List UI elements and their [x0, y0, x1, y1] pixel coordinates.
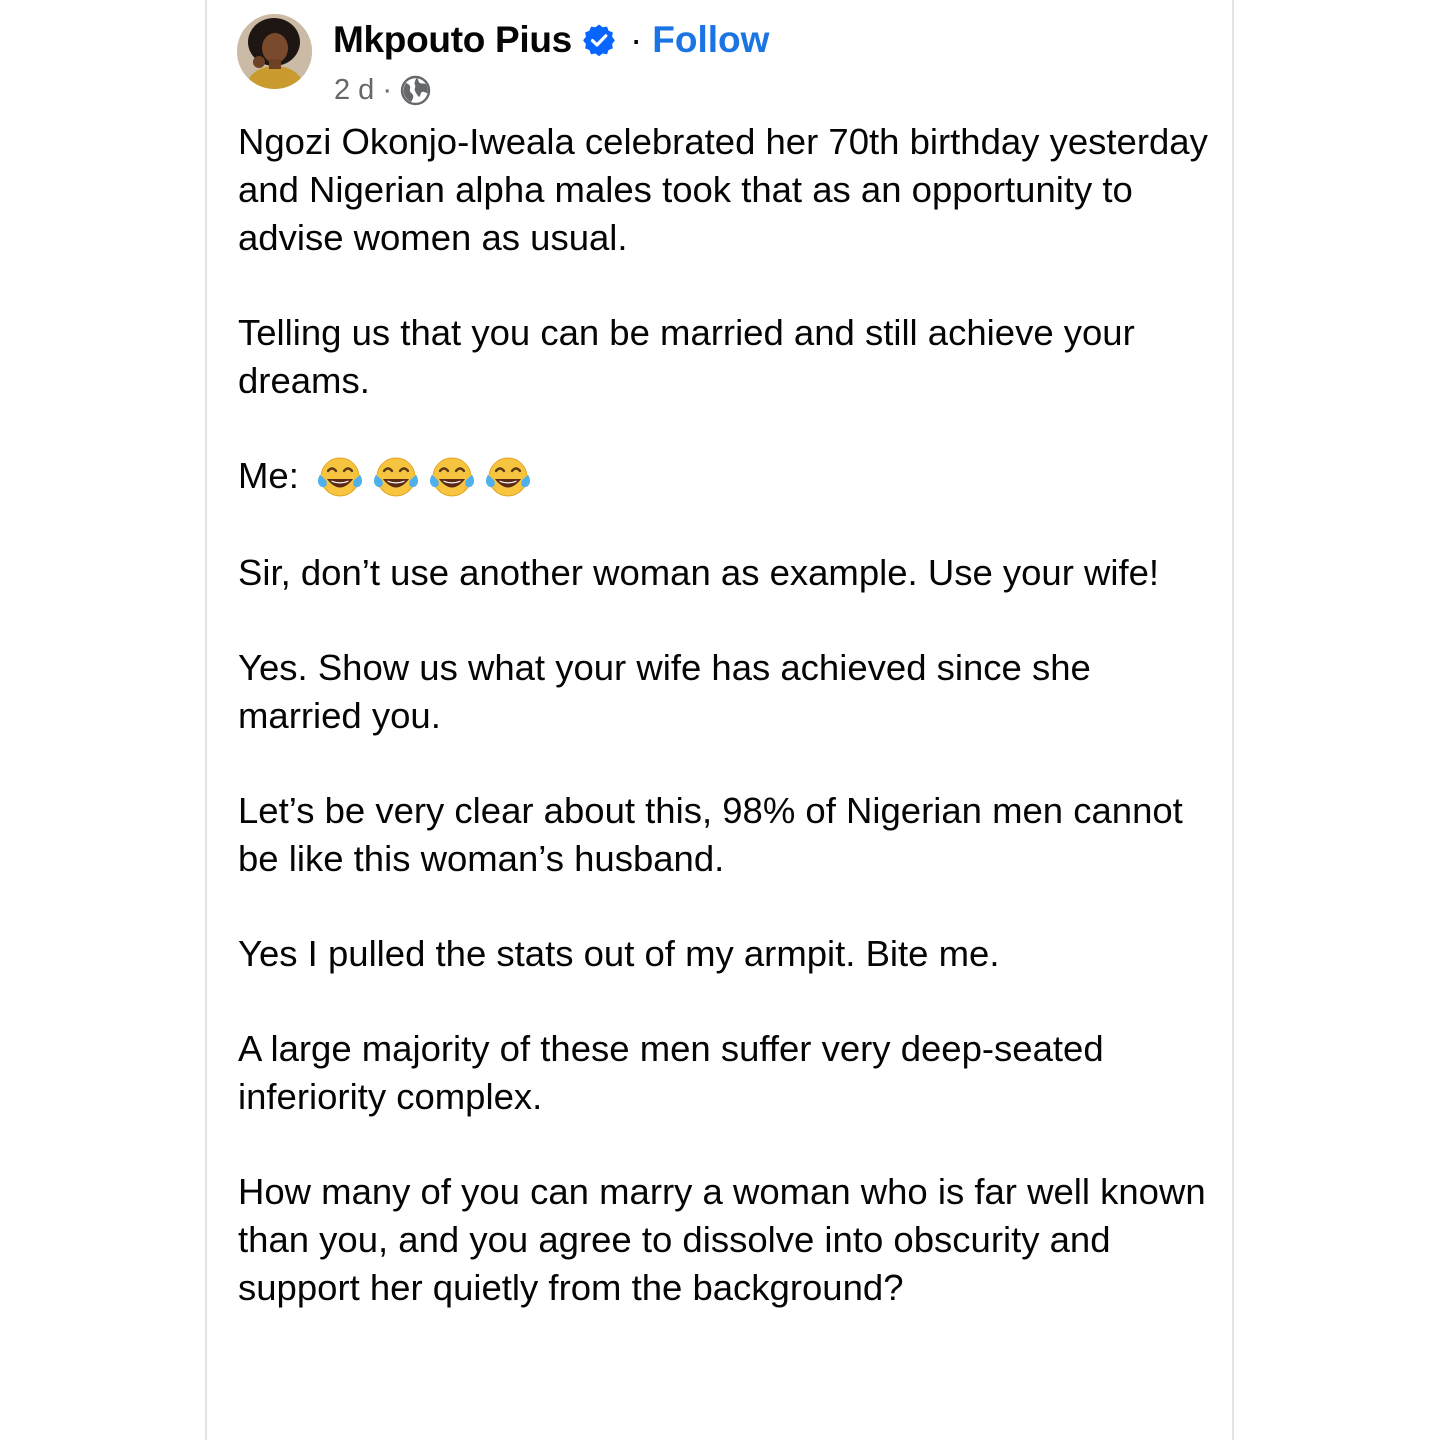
post-paragraph: Yes I pulled the stats out of my armpit.…: [238, 933, 1000, 975]
header-separator: ·: [629, 19, 643, 60]
author-line: Mkpouto Pius · Follow: [333, 18, 769, 62]
avatar-photo: [237, 14, 312, 89]
post-paragraph: Ngozi Okonjo-Iweala celebrated her 70th …: [238, 121, 1208, 258]
post-timestamp[interactable]: 2 d: [334, 74, 374, 107]
facebook-post: Mkpouto Pius · Follow 2 d · Ngozi Okonjo…: [205, 0, 1234, 1440]
post-paragraph-prefix: Me:: [238, 455, 299, 496]
verified-badge-icon: [582, 23, 616, 57]
globe-icon: [400, 75, 431, 106]
emoji-row: [315, 454, 539, 502]
post-paragraph: Yes. Show us what your wife has achieved…: [238, 647, 1091, 737]
post-paragraph: Telling us that you can be married and s…: [238, 312, 1135, 401]
post-paragraph-emoji: Me:: [238, 452, 1218, 502]
face-with-tears-of-joy-icon: [427, 454, 477, 502]
face-with-tears-of-joy-icon: [371, 454, 421, 502]
post-text: Ngozi Okonjo-Iweala celebrated her 70th …: [238, 118, 1218, 1359]
face-with-tears-of-joy-icon: [483, 454, 533, 502]
avatar[interactable]: [237, 14, 312, 89]
post-paragraph: Let’s be very clear about this, 98% of N…: [238, 790, 1183, 880]
screenshot-frame: Mkpouto Pius · Follow 2 d · Ngozi Okonjo…: [0, 0, 1440, 1440]
author-name[interactable]: Mkpouto Pius: [333, 19, 572, 61]
follow-button[interactable]: Follow: [652, 19, 769, 61]
meta-separator: ·: [382, 73, 392, 106]
post-header: Mkpouto Pius · Follow 2 d ·: [237, 14, 1197, 110]
post-meta: 2 d ·: [334, 72, 431, 108]
post-paragraph: Sir, don’t use another woman as example.…: [238, 552, 1160, 594]
face-with-tears-of-joy-icon: [315, 454, 365, 502]
post-paragraph: How many of you can marry a woman who is…: [238, 1171, 1206, 1309]
post-paragraph: A large majority of these men suffer ver…: [238, 1028, 1104, 1118]
